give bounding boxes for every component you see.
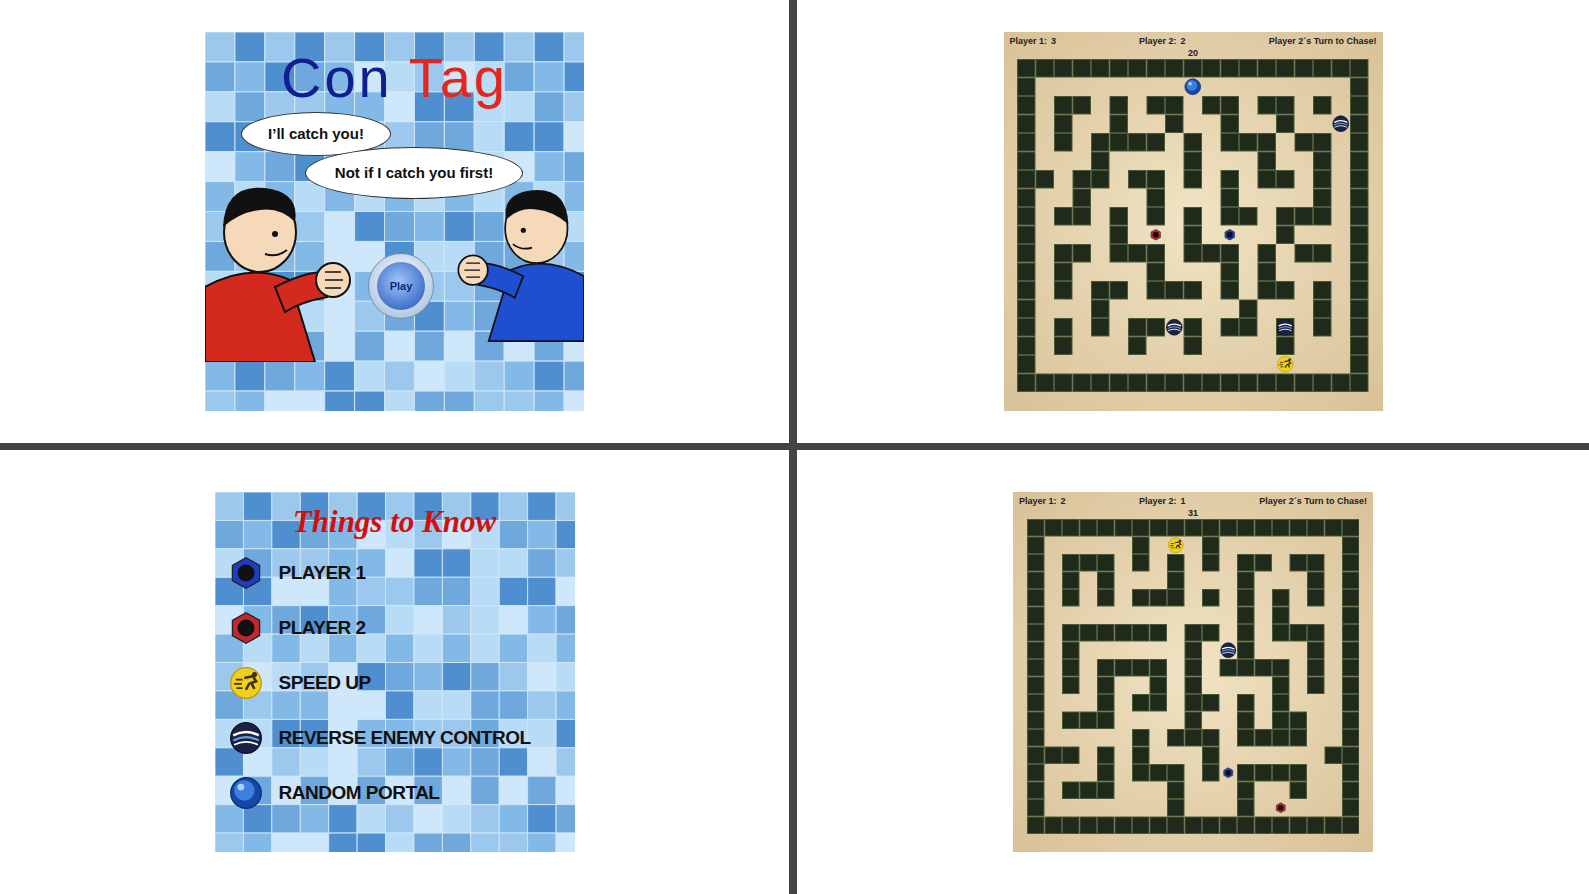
- random-portal-icon: [1185, 79, 1201, 95]
- speed-up-icon: [229, 666, 263, 700]
- legend-item: PLAYER 1: [229, 554, 575, 592]
- timer: 31: [1188, 507, 1198, 519]
- maze: [1027, 519, 1360, 834]
- legend-title: Things to Know: [215, 502, 575, 542]
- player2-icon: [229, 611, 263, 645]
- reverse-control-icon: [1278, 319, 1294, 335]
- player1-icon: [229, 556, 263, 590]
- reverse-control-icon: [1221, 643, 1236, 658]
- game-screen[interactable]: Player 1:2 Player 2:1 Player 2´s Turn to C…: [1013, 492, 1373, 852]
- game-screen[interactable]: Player 1:3 Player 2:2 Player 2´s Turn to C…: [1004, 32, 1383, 411]
- player-score: Player 1:3: [1010, 35, 1057, 47]
- divider: [789, 0, 797, 443]
- score-bar: Player 1:3 Player 2:2 Player 2´s Turn to C…: [1004, 32, 1383, 47]
- legend-item: PLAYER 2: [229, 609, 575, 647]
- legend-item: SPEED UP: [229, 664, 575, 702]
- character-figure: [205, 162, 355, 362]
- score-bar: Player 1:2 Player 2:1 Player 2´s Turn to C…: [1013, 492, 1373, 507]
- title-screen: ConTagI’ll catch you!Not if I catch you …: [205, 32, 584, 411]
- red-character: [205, 162, 355, 362]
- player1-icon: [1225, 229, 1235, 240]
- divider: [0, 443, 789, 450]
- divider: [797, 443, 1589, 450]
- legend-item: REVERSE ENEMY CONTROL: [229, 719, 575, 757]
- turn-status: Player 2´s Turn to Chase!: [1269, 35, 1377, 47]
- legend-screen: Things to Know PLAYER 1 PLAYER 2 SPEED UP RE…: [215, 492, 575, 852]
- play-button[interactable]: Play: [368, 253, 434, 319]
- collage: ConTagI’ll catch you!Not if I catch you …: [0, 0, 1589, 894]
- speed-up-icon: [1278, 356, 1294, 372]
- legend-item: RANDOM PORTAL: [229, 774, 575, 812]
- speech-bubble: Not if I catch you first!: [305, 147, 523, 199]
- player-score: Player 2:1: [1139, 495, 1186, 507]
- player2-icon: [1151, 229, 1161, 240]
- reverse-control-icon: [1333, 116, 1349, 132]
- maze: [1017, 59, 1369, 392]
- turn-status: Player 2´s Turn to Chase!: [1259, 495, 1367, 507]
- player2-icon: [1276, 803, 1285, 813]
- player-score: Player 2:2: [1139, 35, 1186, 47]
- divider: [789, 450, 797, 894]
- divider: [789, 443, 797, 450]
- speed-up-icon: [1168, 538, 1183, 553]
- timer: 20: [1188, 47, 1198, 59]
- player1-icon: [1223, 768, 1232, 778]
- game-title: ConTag: [205, 50, 584, 106]
- player-score: Player 1:2: [1019, 495, 1066, 507]
- reverse-control-icon: [1167, 319, 1183, 335]
- reverse-control-icon: [229, 721, 263, 755]
- random-portal-icon: [229, 776, 263, 810]
